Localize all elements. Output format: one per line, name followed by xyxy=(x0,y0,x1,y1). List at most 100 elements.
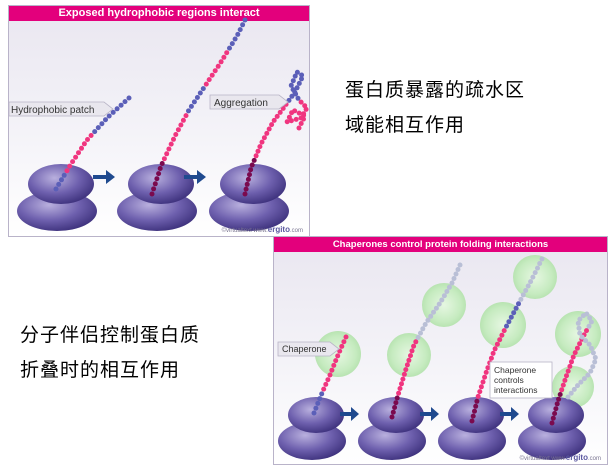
bead xyxy=(411,343,417,349)
bead xyxy=(590,350,596,356)
bead xyxy=(403,367,409,373)
bead xyxy=(335,353,341,359)
bead xyxy=(243,186,249,192)
bead xyxy=(472,408,477,414)
bead xyxy=(296,125,302,131)
bead xyxy=(103,117,108,123)
bead xyxy=(151,186,157,192)
hydrophobic-patch-callout: Hydrophobic patch xyxy=(9,101,114,117)
bead xyxy=(392,405,398,410)
bead xyxy=(237,27,243,33)
bead xyxy=(240,22,246,28)
bead xyxy=(575,320,581,326)
bead xyxy=(520,292,526,298)
bead xyxy=(327,372,333,378)
bead xyxy=(253,153,259,159)
ribosomes xyxy=(278,397,586,460)
bead xyxy=(475,393,481,399)
bead xyxy=(203,81,209,87)
bead xyxy=(587,315,593,321)
bead xyxy=(586,341,592,347)
bead xyxy=(311,410,317,416)
bead xyxy=(473,403,479,409)
controls-line: interactions xyxy=(494,385,537,395)
bead xyxy=(325,377,331,383)
bead xyxy=(539,256,545,262)
bead xyxy=(508,314,514,320)
bead xyxy=(261,135,267,141)
bead xyxy=(584,328,589,334)
bead xyxy=(409,348,415,354)
bead xyxy=(244,181,250,187)
bead xyxy=(92,129,98,135)
bead xyxy=(212,68,218,74)
ribosome-1 xyxy=(17,164,97,231)
bead xyxy=(422,322,428,327)
bead xyxy=(259,139,265,145)
bead xyxy=(255,148,261,154)
bead xyxy=(588,368,594,374)
caption-bottom: 分子伴侣控制蛋白质 折叠时的相互作用 xyxy=(20,318,260,388)
bead xyxy=(269,122,275,128)
bead xyxy=(313,405,319,411)
bead xyxy=(478,384,484,390)
bead xyxy=(323,381,329,387)
bead xyxy=(528,279,534,285)
bead xyxy=(482,374,488,380)
bead xyxy=(152,181,158,187)
bead xyxy=(592,355,598,360)
bead xyxy=(173,132,179,137)
ribosome-3 xyxy=(438,397,506,460)
bead xyxy=(499,332,505,338)
bead xyxy=(470,413,476,419)
bead xyxy=(296,110,302,116)
bead xyxy=(206,77,212,83)
bead xyxy=(70,159,76,165)
bead xyxy=(446,284,452,290)
bead xyxy=(321,386,327,392)
bead xyxy=(245,176,251,182)
bead xyxy=(180,117,186,123)
bead xyxy=(569,359,574,365)
bead xyxy=(106,113,112,119)
bead xyxy=(397,386,403,391)
bead xyxy=(79,145,84,151)
bead xyxy=(76,150,81,156)
bead xyxy=(271,117,277,123)
bead xyxy=(413,339,419,345)
bead xyxy=(293,116,299,122)
bead xyxy=(171,136,176,142)
bead xyxy=(568,390,574,396)
ribosome-2 xyxy=(358,397,426,460)
bead xyxy=(81,141,87,147)
bead xyxy=(164,151,170,157)
bead xyxy=(264,130,270,136)
bead xyxy=(331,362,337,368)
bead xyxy=(480,379,486,385)
bead xyxy=(149,191,155,197)
bead xyxy=(293,91,299,97)
bead xyxy=(242,191,248,197)
bead xyxy=(537,261,543,266)
caption-top: 蛋白质暴露的疏水区 域能相互作用 xyxy=(345,73,605,143)
bead xyxy=(506,319,512,325)
chaperone-molecules xyxy=(315,255,601,408)
bead xyxy=(488,355,494,361)
bead xyxy=(333,358,339,364)
bead xyxy=(441,293,447,299)
chaperone-illustration: Chaperone Chaperone controls interaction… xyxy=(277,255,601,460)
bead xyxy=(577,341,583,347)
bead xyxy=(453,271,459,277)
bead xyxy=(232,36,238,42)
bead xyxy=(418,330,423,336)
bead xyxy=(95,125,101,131)
bead xyxy=(404,362,410,368)
aggregation-label: Aggregation xyxy=(214,98,268,109)
ribosome-4 xyxy=(518,397,586,460)
caption-line: 折叠时的相互作用 xyxy=(20,359,181,381)
ribosome-1 xyxy=(278,397,346,460)
bead xyxy=(284,119,290,125)
bead xyxy=(399,381,404,387)
controls-line: Chaperone xyxy=(494,365,536,375)
bead xyxy=(218,59,224,65)
